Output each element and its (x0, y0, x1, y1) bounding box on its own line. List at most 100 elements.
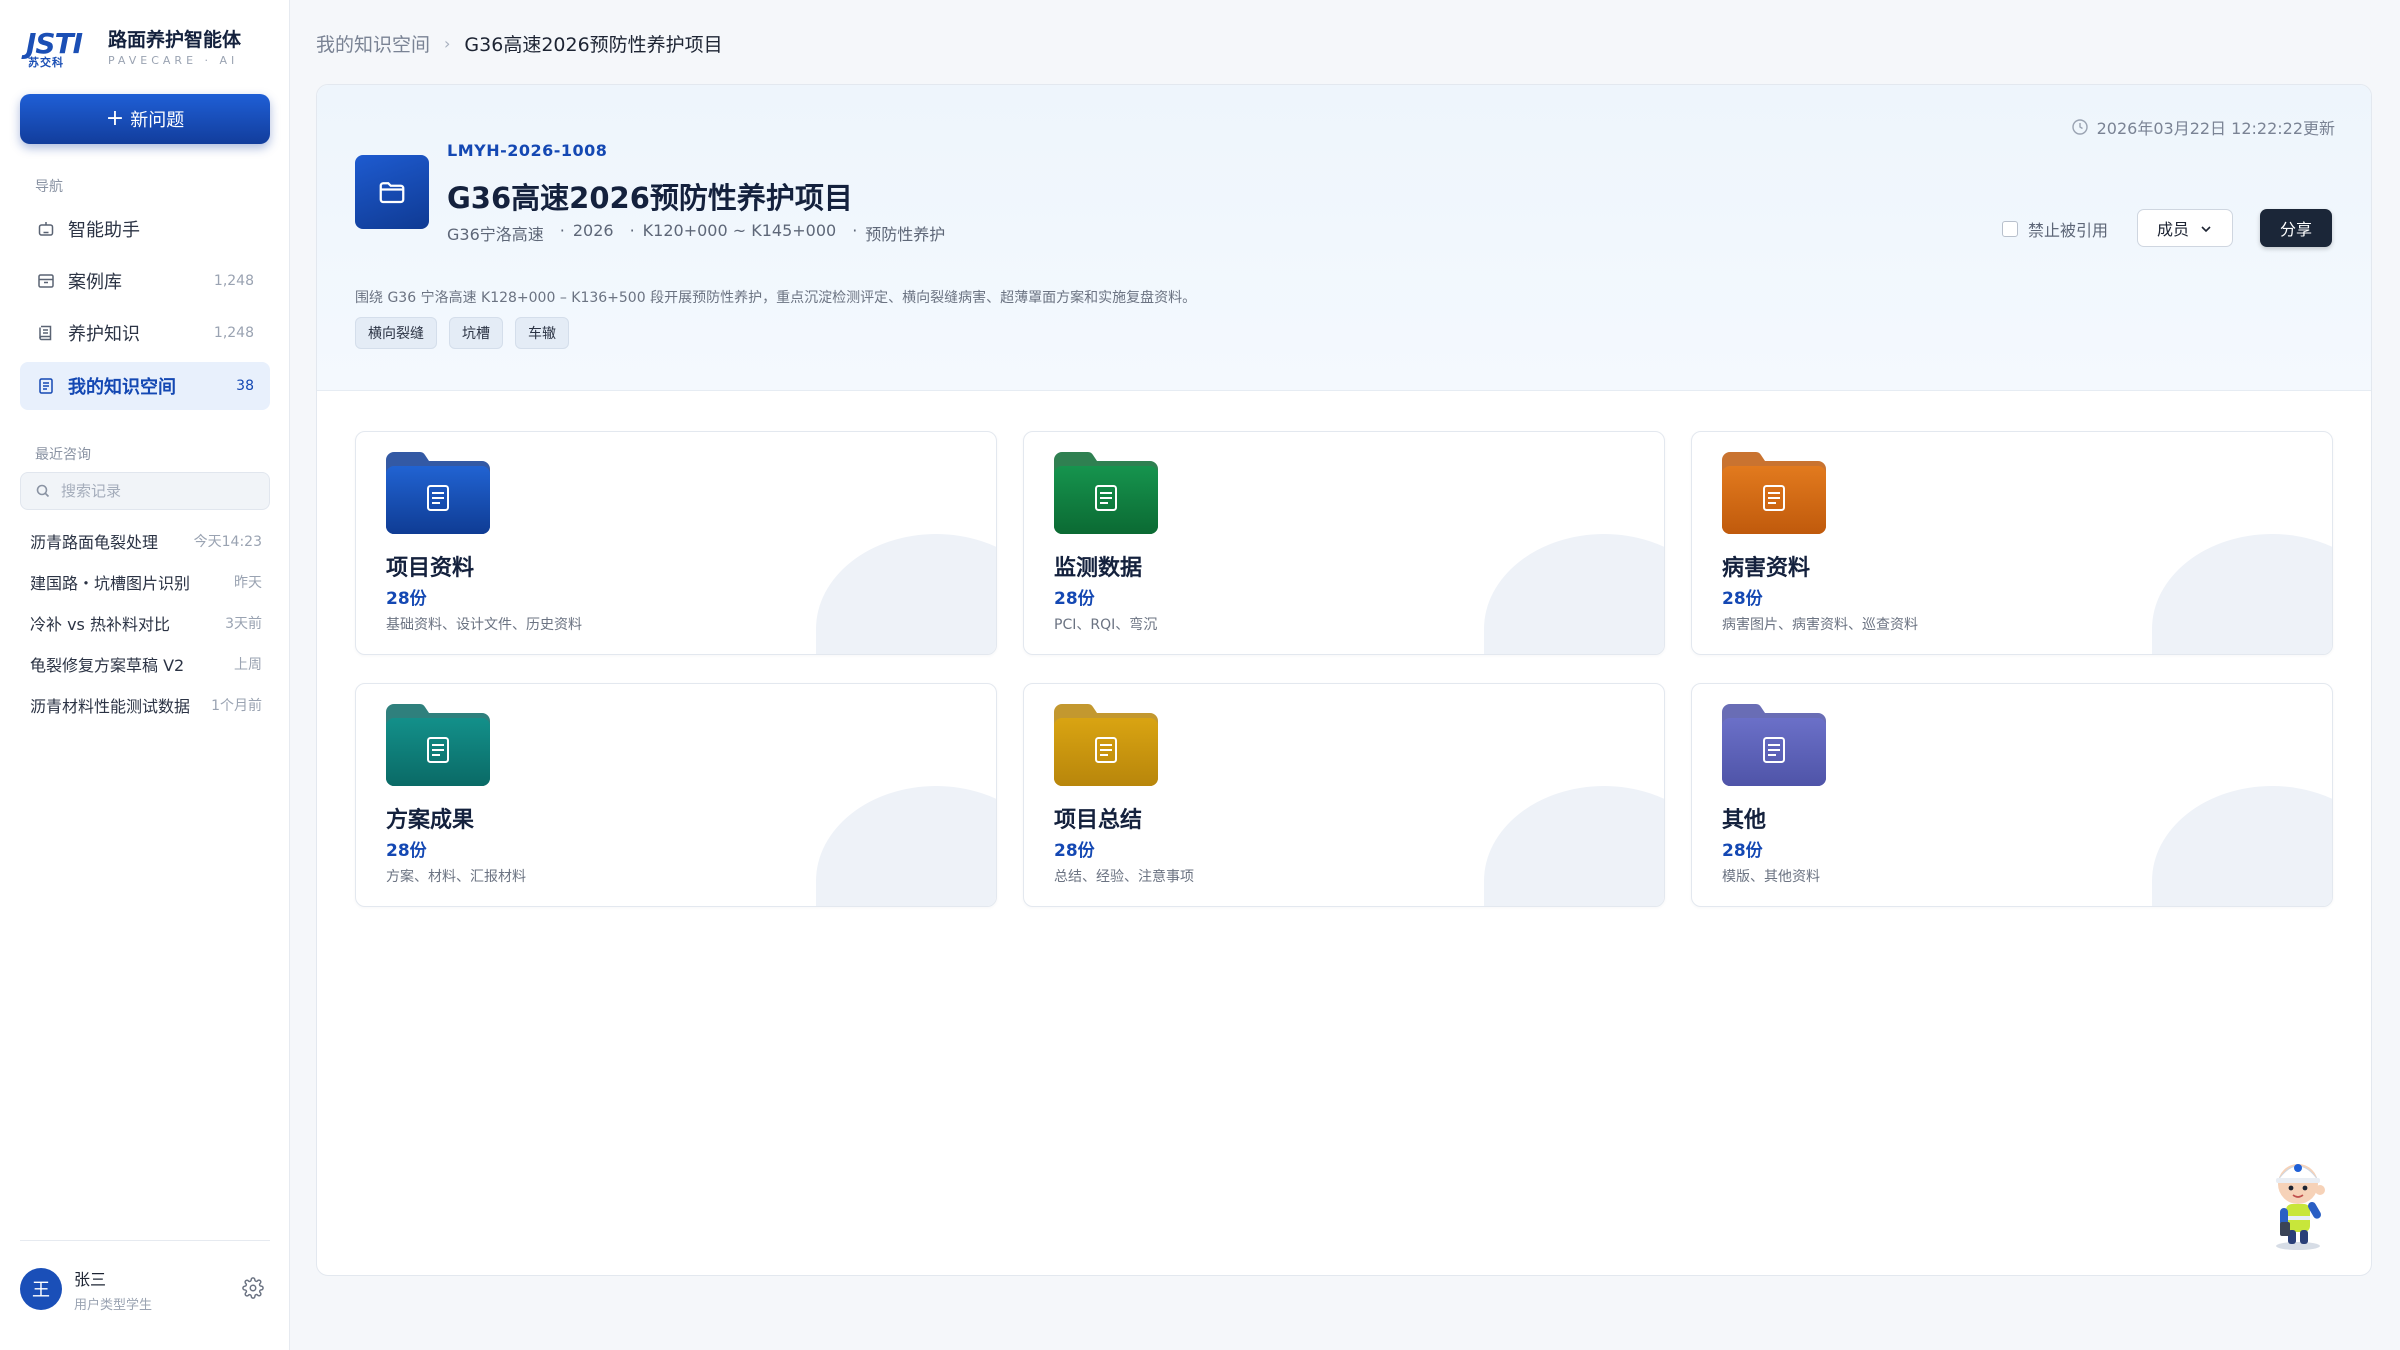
sidebar-item-case-library[interactable]: 案例库 1,248 (20, 257, 270, 305)
app-subtitle: PAVECARE · AI (108, 54, 239, 67)
folder-title: 监测数据 (1054, 556, 1143, 581)
project-meta: G36宁洛高速 · 2026 · K120+000 ~ K145+000 · 预… (447, 221, 945, 245)
recent-item[interactable]: 龟裂修复方案草稿 V2 上周 (30, 644, 262, 684)
search-input[interactable] (61, 482, 241, 500)
recent-item-title: 建国路・坑槽图片识别 (30, 574, 191, 593)
tag[interactable]: 坑槽 (449, 317, 503, 349)
recent-item-title: 沥青材料性能测试数据 (30, 697, 191, 716)
book-icon (36, 323, 56, 343)
tag[interactable]: 车辙 (515, 317, 569, 349)
breadcrumb-parent[interactable]: 我的知识空间 (316, 30, 430, 57)
folder-card[interactable]: 监测数据 28份 PCI、RQI、弯沉 (1023, 431, 1665, 655)
folder-title: 项目资料 (386, 556, 475, 581)
project-description: 围绕 G36 宁洛高速 K128+000 – K136+500 段开展预防性养护… (355, 290, 1197, 306)
folder-icon (386, 704, 490, 786)
folder-card[interactable]: 项目总结 28份总结、经验、注意事项 (1023, 683, 1665, 907)
gear-icon[interactable] (242, 1277, 266, 1301)
folder-card[interactable]: 方案成果 28份方案、材料、汇报材料 (355, 683, 997, 907)
archive-box-icon (36, 271, 56, 291)
project-header: LMYH-2026-1008 G36高速2026预防性养护项目 G36宁洛高速 … (317, 85, 2371, 391)
sidebar: JSTI 苏交科 路面养护智能体 PAVECARE · AI + 新问题 导航 … (0, 0, 290, 1350)
members-dropdown[interactable]: 成员 (2137, 209, 2233, 247)
ban-reference-label: 禁止被引用 (2028, 221, 2109, 240)
folder-icon (1722, 452, 1826, 534)
meta-separator: · (559, 221, 565, 240)
recent-item[interactable]: 沥青路面龟裂处理 今天14:23 (30, 521, 262, 561)
share-button[interactable]: 分享 (2260, 209, 2332, 247)
sidebar-item-count: 1,248 (213, 273, 254, 289)
brand-logo[interactable]: JSTI 苏交科 路面养护智能体 PAVECARE · AI (26, 28, 241, 69)
breadcrumb: 我的知识空间 › G36高速2026预防性养护项目 (316, 30, 723, 57)
sidebar-item-my-knowledge-space[interactable]: 我的知识空间 38 (20, 362, 270, 410)
card-decoration (816, 786, 996, 906)
meta-type: 预防性养护 (865, 225, 946, 244)
ban-reference-toggle[interactable]: 禁止被引用 (2002, 217, 2108, 241)
card-decoration (2152, 534, 2332, 654)
folder-count: 28份 (1054, 589, 1095, 609)
meta-year: 2026 (572, 221, 614, 240)
sidebar-item-label: 智能助手 (68, 220, 140, 241)
user-divider (20, 1240, 270, 1241)
sidebar-item-label: 我的知识空间 (68, 377, 176, 398)
folder-card[interactable]: 其他 28份模版、其他资料 (1691, 683, 2333, 907)
search-records[interactable] (20, 472, 270, 510)
meta-separator: · (629, 221, 635, 240)
document-icon (36, 376, 56, 396)
sidebar-item-maintenance-knowledge[interactable]: 养护知识 1,248 (20, 309, 270, 357)
new-question-button[interactable]: + 新问题 (20, 94, 270, 144)
folder-title: 其他 (1722, 808, 1767, 833)
updated-time: 2026年03月22日 12:22:22更新 (2071, 115, 2335, 139)
sidebar-item-count: 1,248 (213, 325, 254, 341)
folder-count: 28份 (1722, 589, 1763, 609)
sidebar-item-label: 案例库 (68, 272, 122, 293)
folder-description: 总结、经验、注意事项 (1054, 869, 1194, 885)
nav-section-label: 导航 (35, 179, 63, 195)
recent-item[interactable]: 沥青材料性能测试数据 1个月前 (30, 685, 262, 725)
user-name: 张三 (74, 1269, 107, 1289)
folder-description: 方案、材料、汇报材料 (386, 869, 526, 885)
sidebar-item-count: 38 (236, 378, 254, 394)
folder-icon (1722, 704, 1826, 786)
user-role: 用户类型学生 (74, 1297, 153, 1313)
tag[interactable]: 横向裂缝 (355, 317, 437, 349)
new-question-label: 新问题 (130, 110, 185, 131)
folder-count: 28份 (1722, 841, 1763, 861)
sidebar-item-assistant[interactable]: 智能助手 (20, 205, 270, 253)
folder-title: 病害资料 (1722, 556, 1811, 581)
recent-item-title: 龟裂修复方案草稿 V2 (30, 656, 185, 675)
card-decoration (816, 534, 996, 654)
project-code: LMYH-2026-1008 (447, 141, 608, 160)
card-decoration (1484, 534, 1664, 654)
recent-item[interactable]: 冷补 vs 热补料对比 3天前 (30, 603, 262, 643)
folder-count: 28份 (386, 589, 427, 609)
folder-count: 28份 (386, 841, 427, 861)
folder-icon (1054, 452, 1158, 534)
folder-title: 项目总结 (1054, 808, 1143, 833)
folder-card[interactable]: 病害资料 28份 病害图片、病害资料、巡查资料 (1691, 431, 2333, 655)
folder-description: 模版、其他资料 (1722, 869, 1820, 885)
ban-reference-checkbox[interactable] (2002, 221, 2018, 237)
sidebar-item-label: 养护知识 (68, 324, 140, 345)
folder-icon (386, 452, 490, 534)
folder-count: 28份 (1054, 841, 1095, 861)
project-panel: LMYH-2026-1008 G36高速2026预防性养护项目 G36宁洛高速 … (316, 84, 2372, 1276)
clock-icon (2071, 118, 2089, 136)
logo-mark-sub: 苏交科 (28, 55, 64, 69)
meta-road: G36宁洛高速 (447, 225, 544, 244)
meta-separator: · (852, 221, 858, 240)
card-decoration (2152, 786, 2332, 906)
robot-icon (36, 219, 56, 239)
meta-stake-range: K120+000 ~ K145+000 (642, 221, 837, 240)
recent-item[interactable]: 建国路・坑槽图片识别 昨天 (30, 562, 262, 602)
project-tags: 横向裂缝 坑槽 车辙 (355, 317, 581, 349)
avatar[interactable]: 王 (20, 1268, 62, 1310)
card-decoration (1484, 786, 1664, 906)
recent-item-time: 今天14:23 (193, 534, 262, 550)
folder-icon (1054, 704, 1158, 786)
mascot-illustration[interactable] (2258, 1146, 2338, 1252)
folder-title: 方案成果 (386, 808, 475, 833)
breadcrumb-separator: › (444, 34, 451, 53)
recent-item-title: 沥青路面龟裂处理 (30, 533, 159, 552)
folder-card[interactable]: 项目资料 28份 基础资料、设计文件、历史资料 (355, 431, 997, 655)
recent-item-time: 昨天 (234, 575, 262, 591)
